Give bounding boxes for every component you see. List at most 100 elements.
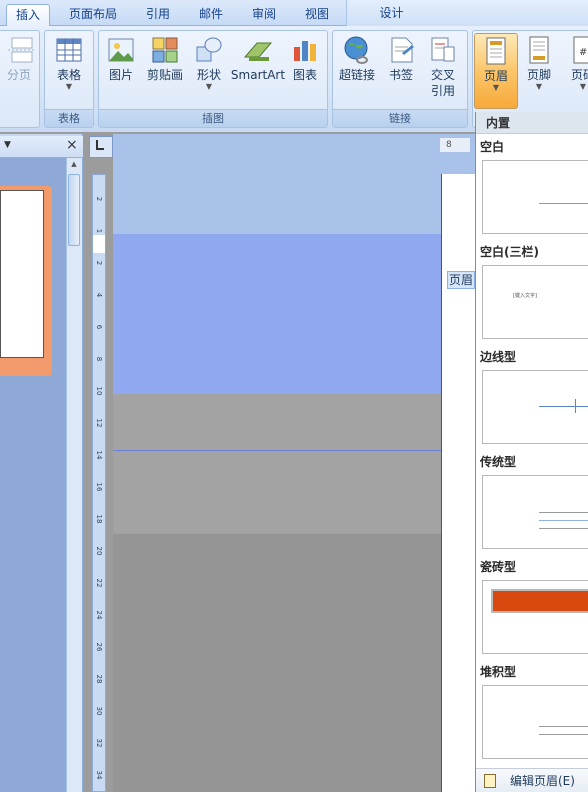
- gallery-item-label: 空白(三栏): [480, 245, 539, 259]
- ruler-tick: 6: [95, 324, 103, 330]
- clipart-label: 剪贴画: [146, 68, 183, 82]
- close-icon[interactable]: ×: [66, 137, 78, 153]
- header-style-blank-three-column[interactable]: [键入文字]: [482, 265, 588, 339]
- tab-design[interactable]: 设计: [346, 0, 588, 26]
- page-number-icon: #: [573, 36, 588, 64]
- header-style-blank[interactable]: [482, 160, 588, 234]
- hyperlink-label: 超链接: [338, 68, 375, 82]
- edit-header-label: 编辑页眉(E): [510, 774, 575, 788]
- clipart-icon: [152, 37, 178, 63]
- header-button[interactable]: 页眉 ▼: [474, 33, 518, 109]
- chart-label: 图表: [292, 68, 317, 82]
- svg-text:#: #: [579, 47, 587, 58]
- ruler-tick: 28: [95, 674, 103, 684]
- thumbnail-scrollbar[interactable]: ▲: [66, 158, 82, 792]
- scrollbar-thumb[interactable]: [68, 174, 80, 246]
- header-label: 页眉: [483, 69, 508, 83]
- preview-placeholder: [键入文字]: [513, 293, 537, 299]
- tab-view[interactable]: 视图: [297, 4, 337, 26]
- ruler-white-segment: [93, 235, 105, 253]
- ruler-tick: 2: [95, 196, 103, 202]
- bookmark-button[interactable]: 书签: [379, 33, 423, 109]
- header-style-tiles[interactable]: [482, 580, 588, 654]
- shapes-icon: [196, 37, 222, 62]
- tab-mailings[interactable]: 邮件: [191, 4, 231, 26]
- thumbnail-pane-header: ▼ ×: [0, 136, 83, 158]
- page-break-button[interactable]: 分页: [0, 33, 41, 109]
- preview-line: [575, 399, 576, 413]
- ribbon-tab-bar: 插入 页面布局 引用 邮件 审阅 视图 设计: [0, 0, 588, 26]
- hyperlink-button[interactable]: 超链接: [335, 33, 379, 109]
- preview-tile-bar: [491, 589, 588, 613]
- crossref-icon: [431, 37, 455, 62]
- chevron-down-icon: ▼: [535, 82, 543, 91]
- background-band: [113, 134, 475, 234]
- header-style-stacks[interactable]: [482, 685, 588, 759]
- page-number-button[interactable]: # 页码 ▼: [561, 33, 588, 109]
- preview-line: [539, 406, 588, 407]
- crossref-button[interactable]: 交叉 引用: [421, 33, 465, 109]
- preview-line: [539, 203, 588, 204]
- tab-page-layout[interactable]: 页面布局: [62, 4, 124, 26]
- illustrations-group-label: 插图: [99, 109, 327, 127]
- page-number-label: 页码: [570, 68, 588, 82]
- header-style-sideline[interactable]: [482, 370, 588, 444]
- shapes-button[interactable]: 形状 ▼: [187, 33, 231, 109]
- ruler-tick: 4: [95, 292, 103, 298]
- table-label: 表格: [56, 68, 81, 82]
- chevron-down-icon: ▼: [65, 82, 73, 91]
- crossref-label-2: 引用: [430, 84, 455, 98]
- header-style-traditional[interactable]: [482, 475, 588, 549]
- page-break-icon: [8, 37, 34, 63]
- smartart-label: SmartArt: [230, 68, 286, 82]
- gallery-section-title: 内置: [476, 112, 588, 134]
- chevron-down-icon: ▼: [579, 82, 587, 91]
- page-thumbnail[interactable]: [0, 190, 44, 358]
- picture-label: 图片: [108, 68, 133, 82]
- ruler-tick: 32: [95, 738, 103, 748]
- page-break-label: 分页: [6, 68, 31, 82]
- globe-link-icon: [344, 36, 368, 64]
- clipart-button[interactable]: 剪贴画: [143, 33, 187, 109]
- smartart-icon: [243, 42, 273, 61]
- vertical-ruler: 2 1 2 4 6 8 10 12 14 16 18 20 22 24 26 2…: [92, 174, 106, 792]
- ruler-tick: 1: [95, 228, 103, 234]
- smartart-button[interactable]: SmartArt: [229, 33, 287, 109]
- chevron-down-icon: ▼: [205, 82, 213, 91]
- tab-references[interactable]: 引用: [138, 4, 178, 26]
- preview-line: [539, 528, 588, 529]
- table-group-label: 表格: [45, 109, 93, 127]
- chart-button[interactable]: 图表: [283, 33, 327, 109]
- ruler-tick: 16: [95, 482, 103, 492]
- tab-insert[interactable]: 插入: [6, 4, 50, 26]
- table-icon: [56, 38, 82, 62]
- footer-label: 页脚: [526, 68, 551, 82]
- chart-icon: [294, 41, 316, 61]
- table-button[interactable]: 表格 ▼: [47, 33, 91, 109]
- edit-header-button[interactable]: 编辑页眉(E): [476, 768, 588, 792]
- gallery-item-label: 边线型: [480, 350, 517, 364]
- ruler-tick: 22: [95, 578, 103, 588]
- pane-dropdown-icon[interactable]: ▼: [4, 140, 11, 150]
- document-page[interactable]: [441, 174, 475, 792]
- links-group-label: 链接: [333, 109, 467, 127]
- footer-icon: [529, 36, 549, 64]
- edit-header-icon: [484, 774, 496, 788]
- background-band: [113, 534, 475, 792]
- shapes-label: 形状: [196, 68, 221, 82]
- ruler-tick: 34: [95, 770, 103, 780]
- picture-button[interactable]: 图片: [99, 33, 143, 109]
- ruler-tick: 10: [95, 386, 103, 396]
- scroll-up-icon[interactable]: ▲: [68, 160, 80, 170]
- tab-review[interactable]: 审阅: [244, 4, 284, 26]
- ruler-tab-selector[interactable]: [89, 136, 113, 158]
- gallery-item-label: 堆积型: [480, 665, 517, 679]
- links-group: 超链接 书签 交叉 引用 链接: [332, 30, 468, 128]
- preview-line: [539, 520, 588, 521]
- thumbnail-pane: ▼ × ▲: [0, 134, 83, 792]
- footer-button[interactable]: 页脚 ▼: [517, 33, 561, 109]
- ruler-tick: 12: [95, 418, 103, 428]
- gallery-item-label: 瓷砖型: [480, 560, 517, 574]
- document-area[interactable]: [113, 134, 475, 792]
- ruler-tick: 18: [95, 514, 103, 524]
